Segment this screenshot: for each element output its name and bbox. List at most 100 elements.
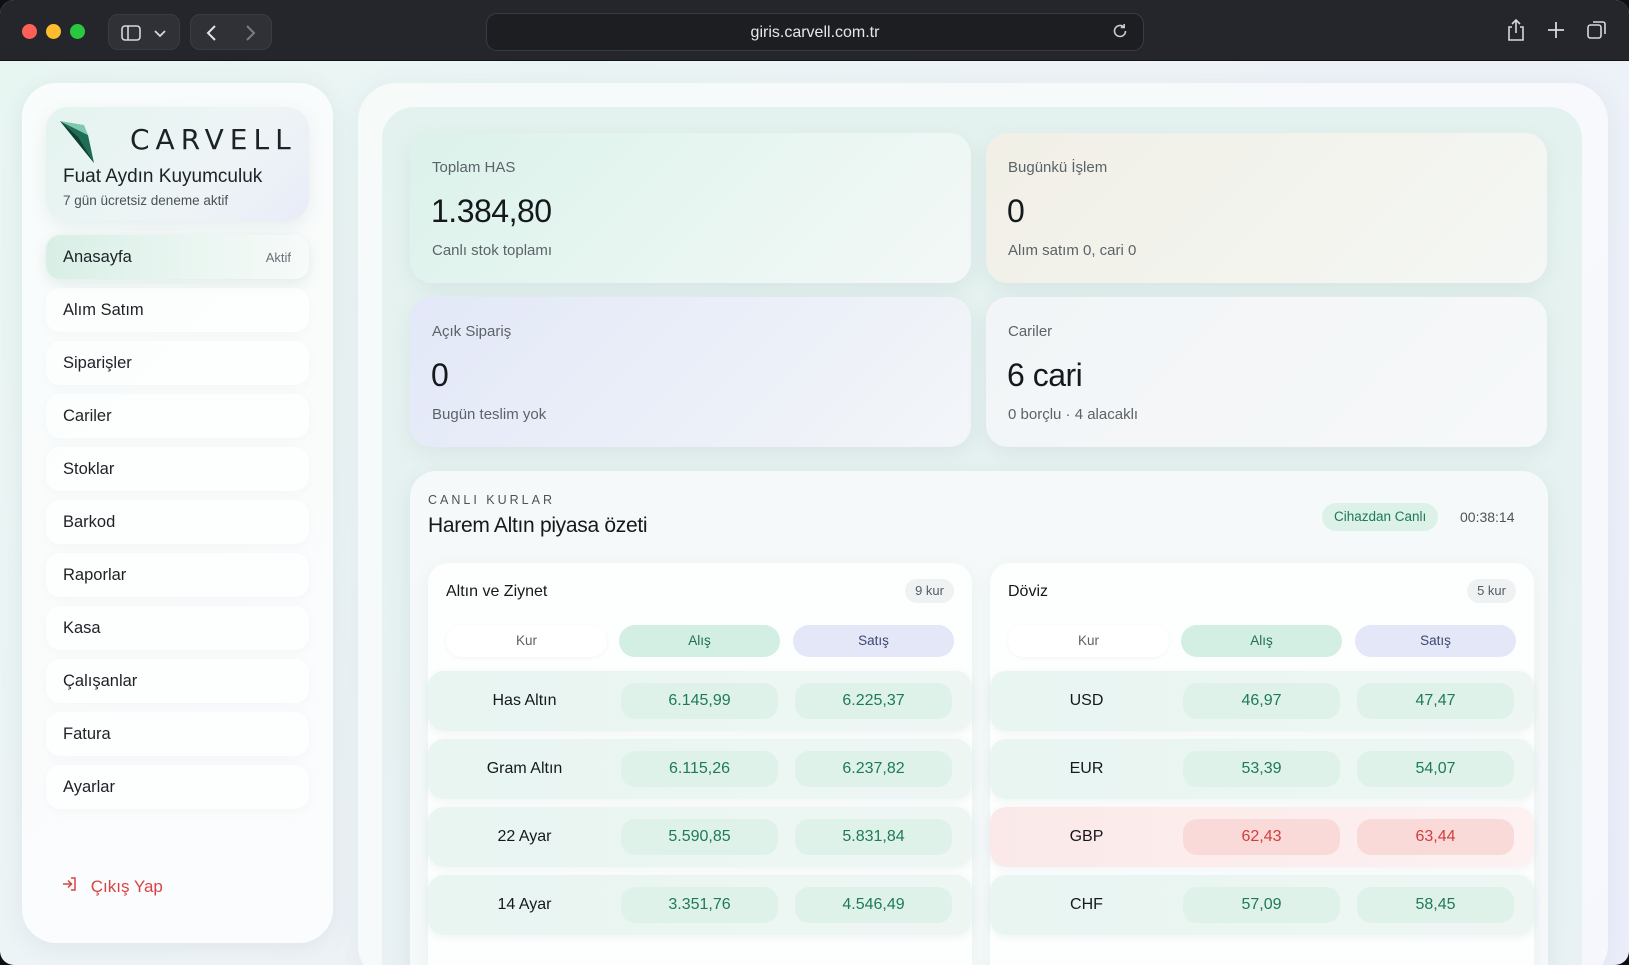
rate-name: Gram Altın (486, 760, 563, 777)
table-title: Altın ve Ziynet (446, 583, 548, 600)
sidebar-nav: Anasayfa Aktif Alım Satım Siparişler Car… (46, 235, 309, 818)
stat-value: 0 (1007, 193, 1025, 229)
company-name: Fuat Aydın Kuyumculuk (63, 166, 263, 187)
column-header-kur: Kur (1008, 625, 1169, 657)
table-title: Döviz (1008, 583, 1049, 600)
brand-card: CARVELL Fuat Aydın Kuyumculuk 7 gün ücre… (46, 107, 309, 221)
sidebar-item-kasa[interactable]: Kasa (46, 606, 309, 650)
table-row[interactable]: Gram Altın 6.115,26 6.237,82 (428, 739, 972, 799)
sidebar-item-label: Anasayfa (63, 248, 132, 266)
stat-subtext: Canlı stok toplamı (432, 242, 553, 259)
trial-status: 7 gün ücretsiz deneme aktif (63, 193, 229, 208)
url-text: giris.carvell.com.tr (750, 24, 880, 41)
sell-price: 63,44 (1357, 819, 1514, 855)
sell-price: 6.225,37 (795, 683, 952, 719)
sell-price: 4.546,49 (795, 887, 952, 923)
table-body: Has Altın 6.145,99 6.225,37 Gram Altın 6… (428, 671, 972, 943)
navigation-group (190, 14, 272, 50)
rate-name: Has Altın (492, 692, 557, 709)
sidebar-item-cariler[interactable]: Cariler (46, 394, 309, 438)
stat-label: Cariler (1008, 323, 1053, 340)
rate-count-badge: 9 kur (905, 579, 954, 603)
sidebar-item-label: Çalışanlar (63, 672, 138, 690)
table-row[interactable]: 14 Ayar 3.351,76 4.546,49 (428, 875, 972, 935)
dashboard: Toplam HAS 1.384,80 Canlı stok toplamı B… (382, 107, 1582, 965)
sidebar-item-calisanlar[interactable]: Çalışanlar (46, 659, 309, 703)
column-header-satis: Satış (793, 625, 954, 657)
sidebar-item-label: Kasa (63, 619, 101, 637)
table-row[interactable]: 22 Ayar 5.590,85 5.831,84 (428, 807, 972, 867)
sidebar-item-label: Barkod (63, 513, 116, 531)
section-kicker: CANLI KURLAR (428, 493, 555, 507)
stat-card-bugunku-islem: Bugünkü İşlem 0 Alım satım 0, cari 0 (986, 133, 1547, 283)
live-rates-panel: CANLI KURLAR Harem Altın piyasa özeti Ci… (410, 471, 1548, 965)
rate-name: 14 Ayar (497, 896, 552, 913)
active-badge: Aktif (265, 250, 291, 265)
logout-icon (62, 876, 78, 896)
reload-icon[interactable] (1111, 22, 1129, 45)
minimize-window-button[interactable] (46, 24, 61, 39)
buy-price: 53,39 (1183, 751, 1340, 787)
buy-price: 46,97 (1183, 683, 1340, 719)
sell-price: 54,07 (1357, 751, 1514, 787)
sidebar: CARVELL Fuat Aydın Kuyumculuk 7 gün ücre… (22, 83, 333, 943)
table-header: Kur Alış Satış (446, 625, 954, 659)
stat-label: Açık Sipariş (432, 323, 512, 340)
table-body: USD 46,97 47,47 EUR 53,39 54,07 GBP 62,4… (990, 671, 1534, 943)
logout-button[interactable]: Çıkış Yap (62, 876, 163, 897)
forward-arrow-icon[interactable] (243, 24, 257, 47)
stat-card-acik-siparis: Açık Sipariş 0 Bugün teslim yok (410, 297, 971, 447)
sidebar-item-ayarlar[interactable]: Ayarlar (46, 765, 309, 809)
zoom-window-button[interactable] (70, 24, 85, 39)
sidebar-item-label: Stoklar (63, 460, 115, 478)
chevron-down-icon[interactable] (153, 24, 167, 47)
share-icon[interactable] (1506, 18, 1526, 48)
sidebar-item-anasayfa[interactable]: Anasayfa Aktif (46, 235, 309, 279)
sidebar-item-siparisler[interactable]: Siparişler (46, 341, 309, 385)
sidebar-item-label: Ayarlar (63, 778, 115, 796)
sidebar-item-barkod[interactable]: Barkod (46, 500, 309, 544)
sidebar-item-raporlar[interactable]: Raporlar (46, 553, 309, 597)
rate-name: EUR (1069, 760, 1104, 777)
sidebar-item-label: Cariler (63, 407, 112, 425)
buy-price: 5.590,85 (621, 819, 778, 855)
sidebar-item-label: Fatura (63, 725, 111, 743)
carvell-logo-icon (60, 121, 94, 163)
sidebar-item-stoklar[interactable]: Stoklar (46, 447, 309, 491)
sidebar-item-label: Raporlar (63, 566, 127, 584)
gold-rates-table: Altın ve Ziynet 9 kur Kur Alış Satış Has… (428, 563, 972, 965)
sell-price: 47,47 (1357, 683, 1514, 719)
stat-card-cariler: Cariler 6 cari 0 borçlu · 4 alacaklı (986, 297, 1547, 447)
logo-text: CARVELL (130, 123, 297, 156)
stat-value: 6 cari (1007, 357, 1083, 393)
close-window-button[interactable] (22, 24, 37, 39)
address-bar[interactable]: giris.carvell.com.tr (486, 13, 1144, 51)
sidebar-toggle-icon[interactable] (121, 24, 141, 47)
column-header-alis: Alış (619, 625, 780, 657)
table-row[interactable]: CHF 57,09 58,45 (990, 875, 1534, 935)
rate-name: 22 Ayar (497, 828, 552, 845)
sidebar-item-label: Alım Satım (63, 301, 144, 319)
back-arrow-icon[interactable] (205, 24, 219, 47)
sidebar-item-alim-satim[interactable]: Alım Satım (46, 288, 309, 332)
rate-name: GBP (1069, 828, 1104, 845)
buy-price: 62,43 (1183, 819, 1340, 855)
table-row-alert[interactable]: GBP 62,43 63,44 (990, 807, 1534, 867)
logout-label: Çıkış Yap (90, 877, 163, 896)
tab-overview-icon[interactable] (1586, 18, 1608, 48)
new-tab-icon[interactable] (1546, 18, 1566, 48)
stat-subtext: Bugün teslim yok (432, 406, 547, 423)
last-update-time: 00:38:14 (1460, 509, 1515, 525)
sidebar-item-fatura[interactable]: Fatura (46, 712, 309, 756)
table-row[interactable]: Has Altın 6.145,99 6.225,37 (428, 671, 972, 731)
buy-price: 6.115,26 (621, 751, 778, 787)
rate-count-badge: 5 kur (1467, 579, 1516, 603)
main-panel: Toplam HAS 1.384,80 Canlı stok toplamı B… (358, 83, 1608, 965)
sidebar-item-label: Siparişler (63, 354, 132, 372)
table-row[interactable]: EUR 53,39 54,07 (990, 739, 1534, 799)
browser-toolbar: giris.carvell.com.tr (0, 0, 1629, 61)
section-title: Harem Altın piyasa özeti (428, 514, 648, 537)
stat-label: Bugünkü İşlem (1008, 159, 1108, 176)
buy-price: 3.351,76 (621, 887, 778, 923)
table-row[interactable]: USD 46,97 47,47 (990, 671, 1534, 731)
